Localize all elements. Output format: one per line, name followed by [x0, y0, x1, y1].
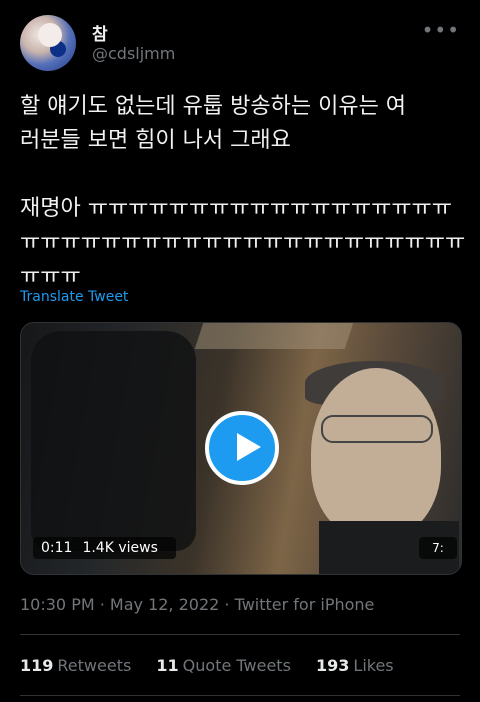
translate-tweet-link[interactable]: Translate Tweet: [20, 289, 128, 305]
video-views: 1.4K views: [82, 540, 158, 556]
live-indicator: 7:: [419, 537, 457, 559]
quote-label: Quote Tweets: [182, 656, 291, 675]
video-timecode: 0:11: [41, 540, 73, 556]
live-indicator-text: 7:: [432, 541, 444, 555]
likes-label: Likes: [353, 656, 394, 675]
ceiling-light: [194, 323, 354, 349]
likes-stat[interactable]: 193 Likes: [316, 656, 394, 675]
display-name[interactable]: 참: [92, 20, 108, 45]
divider: [20, 634, 460, 635]
quote-count: 11: [156, 656, 179, 675]
video-player[interactable]: 0:11 1.4K views 7:: [20, 322, 462, 575]
retweets-count: 119: [20, 656, 54, 675]
tweet-meta: 10:30 PM · May 12, 2022 · Twitter for iP…: [20, 595, 375, 614]
play-button[interactable]: [205, 411, 279, 485]
tweet-stats: 119 Retweets 11 Quote Tweets 193 Likes: [20, 656, 414, 675]
more-options-icon[interactable]: •••: [422, 18, 460, 42]
retweets-label: Retweets: [57, 656, 132, 675]
avatar[interactable]: [20, 15, 76, 71]
play-icon: [237, 433, 261, 461]
person-face: [311, 368, 441, 538]
divider: [20, 695, 460, 696]
video-stats-badge: 0:11 1.4K views: [33, 537, 176, 559]
glasses: [321, 415, 433, 443]
car-window: [31, 331, 196, 551]
retweets-stat[interactable]: 119 Retweets: [20, 656, 131, 675]
likes-count: 193: [316, 656, 350, 675]
quote-tweets-stat[interactable]: 11 Quote Tweets: [156, 656, 291, 675]
tweet-text: 할 얘기도 없는데 유툽 방송하는 이유는 여 러분들 보면 힘이 나서 그래요…: [20, 94, 466, 289]
username[interactable]: @cdsljmm: [92, 44, 175, 63]
